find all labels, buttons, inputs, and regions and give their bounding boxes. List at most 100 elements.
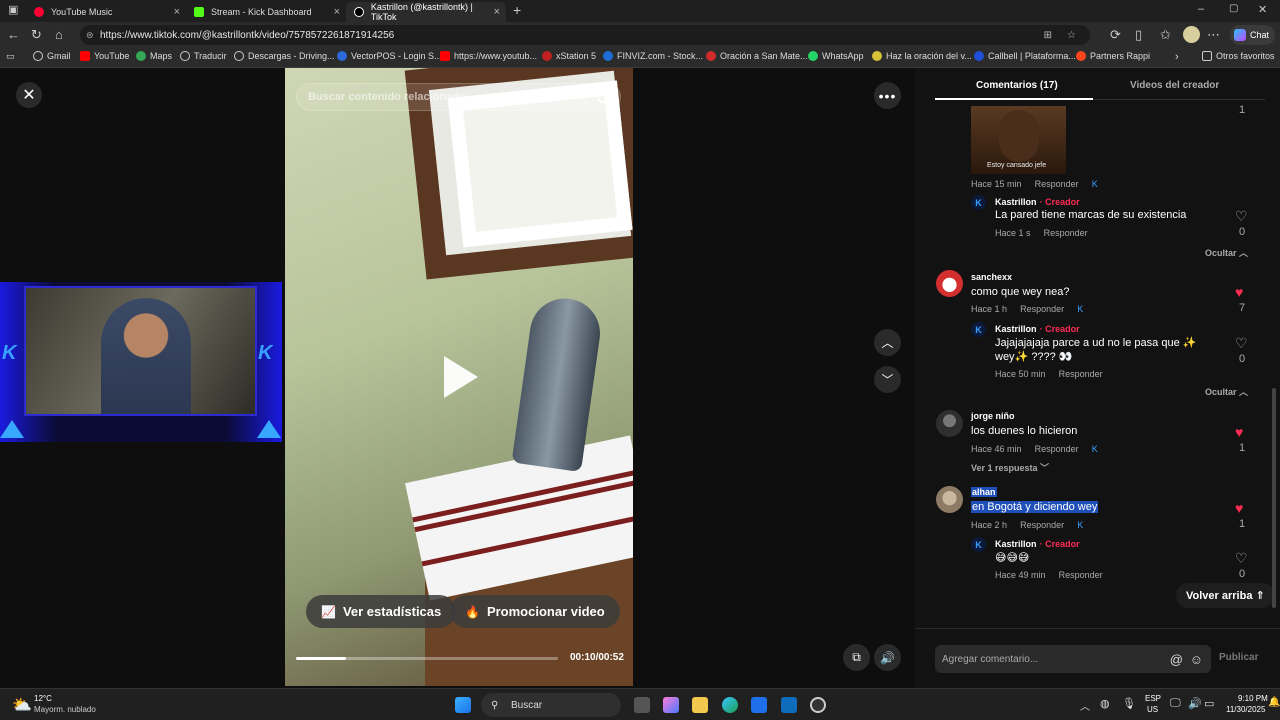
close-video-button[interactable]: ✕ — [16, 82, 42, 108]
file-explorer-icon[interactable] — [692, 697, 708, 713]
volume-button[interactable]: 🔊 — [874, 644, 901, 671]
bookmark-whatsapp[interactable]: WhatsApp — [808, 51, 864, 61]
network-icon[interactable]: 🖵 — [1170, 697, 1181, 710]
bookmark-finviz[interactable]: FINVIZ.com - Stock... — [603, 51, 703, 61]
tab-comments[interactable]: Comentarios (17) — [976, 80, 1058, 91]
tab-close-button[interactable]: × — [174, 6, 180, 18]
reply-button[interactable]: Responder — [1035, 444, 1079, 454]
split-screen-icon[interactable]: ▯ — [1135, 27, 1142, 43]
taskbar-search[interactable]: ⚲ Buscar — [481, 693, 621, 717]
creator-avatar[interactable]: K — [971, 322, 986, 337]
copilot-button[interactable]: Chat — [1230, 25, 1275, 45]
reply-button[interactable]: Responder — [1020, 304, 1064, 314]
tab-close-button[interactable]: × — [494, 6, 500, 18]
bookmark-xstation[interactable]: xStation 5 — [542, 51, 596, 61]
heart-icon[interactable]: ♡ — [1235, 208, 1248, 225]
menu-icon[interactable]: ⋯ — [1207, 27, 1220, 43]
favorite-star-icon[interactable]: ☆ — [1067, 30, 1076, 41]
battery-icon[interactable]: ▭ — [1204, 697, 1214, 710]
favorites-icon[interactable]: ✩ — [1160, 27, 1171, 43]
avatar[interactable] — [936, 486, 963, 513]
task-view-icon[interactable] — [634, 697, 650, 713]
bookmark-haz-oracion[interactable]: Haz la oración del v... — [872, 51, 972, 61]
back-icon[interactable]: ← — [7, 27, 20, 42]
microphone-icon[interactable]: 🎙 — [1122, 697, 1136, 710]
more-options-button[interactable]: ••• — [874, 82, 901, 109]
view-replies-button[interactable]: Ver 1 respuesta ﹀ — [971, 461, 1049, 474]
tray-app-icon[interactable]: ◍ — [1100, 697, 1110, 710]
comment-username[interactable]: alhan — [971, 487, 997, 497]
bookmark-gmail[interactable]: Gmail — [33, 51, 71, 61]
url-input[interactable]: ⊜ https://www.tiktok.com/@kastrillontk/v… — [80, 25, 1090, 45]
tab-tiktok[interactable]: Kastrillon (@kastrillontk) | TikTok × — [346, 2, 506, 22]
notification-icon[interactable]: 🔔 — [1268, 697, 1280, 708]
edge-icon[interactable] — [722, 697, 738, 713]
maximize-button[interactable]: ▢ — [1229, 3, 1238, 14]
play-icon[interactable] — [444, 356, 478, 398]
heart-icon-filled[interactable]: ♥ — [1235, 284, 1243, 300]
avatar[interactable] — [936, 410, 963, 437]
back-to-top-button[interactable]: Volver arriba ⇑ — [1176, 583, 1275, 608]
copilot-icon[interactable] — [663, 697, 679, 713]
video-progress-bar[interactable] — [296, 657, 558, 660]
reply-button[interactable]: Responder — [1044, 228, 1088, 238]
next-video-button[interactable]: ﹀ — [874, 366, 901, 393]
tab-creator-videos[interactable]: Videos del creador — [1130, 80, 1219, 91]
promote-video-button[interactable]: 🔥 Promocionar video — [450, 595, 620, 628]
windows-start-icon[interactable] — [455, 697, 471, 713]
creator-avatar[interactable]: K — [971, 537, 986, 552]
heart-icon[interactable]: ♡ — [1235, 335, 1248, 352]
reply-username[interactable]: Kastrillon — [995, 324, 1037, 334]
bookmark-oracion[interactable]: Oración a San Mate... — [706, 51, 808, 61]
hide-replies-button[interactable]: Ocultar ︿ — [1205, 246, 1248, 259]
heart-icon-filled[interactable]: ♥ — [1235, 500, 1243, 516]
tab-kick-dashboard[interactable]: Stream - Kick Dashboard × — [186, 2, 346, 22]
obs-icon[interactable] — [810, 697, 826, 713]
extensions-icon[interactable]: ⟳ — [1110, 27, 1121, 43]
minimize-button[interactable]: – — [1198, 3, 1204, 15]
bookmark-youtube[interactable]: YouTube — [80, 51, 129, 61]
reply-username[interactable]: Kastrillon — [995, 197, 1037, 207]
language-indicator[interactable]: ESP — [1145, 694, 1161, 703]
reply-username[interactable]: Kastrillon — [995, 539, 1037, 549]
weather-icon[interactable]: ⛅ — [12, 695, 32, 715]
comment-username[interactable]: jorge niño — [971, 411, 1015, 421]
gif-image[interactable]: Estoy cansado jefe — [971, 106, 1066, 174]
bookmark-vectorpos[interactable]: VectorPOS - Login S... — [337, 51, 442, 61]
reply-button[interactable]: Responder — [1020, 520, 1064, 530]
reply-button[interactable]: Responder — [1059, 570, 1103, 580]
related-search-input[interactable]: Buscar contenido relacionado — [296, 83, 621, 111]
bookmark-youtube-link[interactable]: https://www.youtub... — [440, 51, 537, 61]
outlook-icon[interactable] — [781, 697, 797, 713]
bookmark-descargas[interactable]: Descargas - Driving... — [234, 51, 335, 61]
clock-date[interactable]: 11/30/2025 — [1226, 705, 1265, 714]
tray-expand-icon[interactable]: ︿ — [1080, 698, 1090, 713]
sidebar-toggle-icon[interactable]: ▭ — [6, 51, 15, 62]
bookmarks-more-button[interactable]: › — [1175, 51, 1179, 63]
emoji-icon[interactable]: ☺ — [1190, 652, 1203, 667]
profile-avatar[interactable] — [1183, 26, 1200, 43]
search-icon[interactable] — [597, 90, 610, 103]
refresh-icon[interactable]: ↻ — [31, 27, 42, 43]
bookmark-traducir[interactable]: Traducir — [180, 51, 227, 61]
creator-avatar[interactable]: K — [971, 195, 986, 210]
tab-close-button[interactable]: × — [334, 6, 340, 18]
reply-button[interactable]: Responder — [1035, 179, 1079, 189]
reply-button[interactable]: Responder — [1059, 369, 1103, 379]
store-icon[interactable] — [751, 697, 767, 713]
bookmark-rappi[interactable]: Partners Rappi — [1076, 51, 1150, 61]
hide-replies-button[interactable]: Ocultar ︿ — [1205, 385, 1248, 398]
add-comment-input[interactable]: Agregar comentario... @ ☺ — [935, 645, 1211, 673]
clock-time[interactable]: 9:10 PM — [1238, 694, 1268, 703]
heart-icon-filled[interactable]: ♥ — [1235, 424, 1243, 440]
floating-player-button[interactable]: ⧉ — [843, 644, 870, 671]
other-bookmarks[interactable]: Otros favoritos — [1202, 51, 1275, 61]
comment-username[interactable]: sanchexx — [971, 272, 1012, 282]
previous-video-button[interactable]: ︿ — [874, 329, 901, 356]
publish-button[interactable]: Publicar — [1219, 652, 1258, 663]
tab-youtube-music[interactable]: YouTube Music × — [26, 2, 186, 22]
app-icon[interactable]: ⊞ — [1044, 30, 1052, 41]
avatar[interactable] — [936, 270, 963, 297]
comments-scrollbar[interactable] — [1272, 388, 1276, 608]
bookmark-maps[interactable]: Maps — [136, 51, 172, 61]
